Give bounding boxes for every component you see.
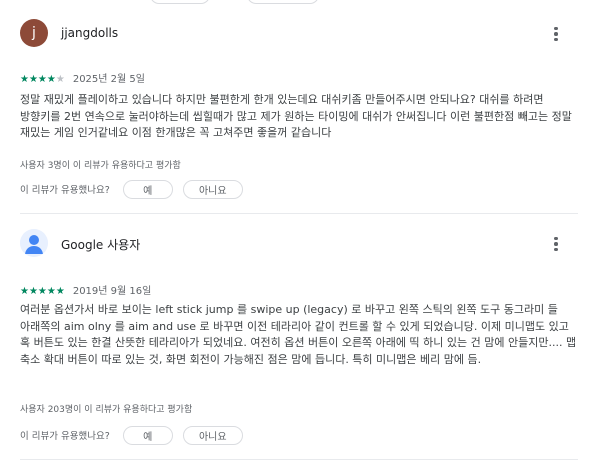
review-card: Google 사용자 ★★★★★ 2019년 9월 16일 여러분 옵션가서 바로… [20,228,578,445]
avatar: j [20,19,48,47]
previous-review-feedback-buttons [0,0,600,4]
no-button[interactable]: 아니요 [182,179,243,199]
review-meta: ★★★★★ 2019년 9월 16일 [20,282,151,297]
divider [20,213,578,214]
helpful-question: 이 리뷰가 유용했나요? [20,185,110,196]
review-text: 정말 재밌게 플레이하고 있습니다 하지만 불편한게 한개 있는데요 대쉬키좀 … [20,93,572,139]
more-vert-icon[interactable] [548,24,564,44]
review-header: j jjangdolls [20,18,578,48]
star-rating: ★★★★ [20,74,56,85]
person-icon [20,229,48,257]
avatar [20,229,48,257]
avatar-letter: j [32,25,36,41]
yes-button[interactable]: 예 [122,179,173,199]
review-author: jjangdolls [61,26,119,40]
more-vert-icon[interactable] [548,234,564,254]
no-button[interactable]: 아니요 [182,425,243,445]
helpful-count: 사용자 203명이 이 리뷰가 유용하다고 평가함 [20,405,193,415]
review-date: 2025년 2월 5일 [72,74,145,85]
helpful-feedback: 이 리뷰가 유용했나요? 예 아니요 [20,425,253,445]
review-text: 여러분 옵션가서 바로 보이는 left stick jump 를 swipe … [20,303,577,366]
review-author: Google 사용자 [61,238,141,252]
helpful-question: 이 리뷰가 유용했나요? [20,431,110,442]
star-rating: ★★★★★ [20,286,65,297]
helpful-count: 사용자 3명이 이 리뷰가 유용하다고 평가함 [20,161,181,171]
helpful-feedback: 이 리뷰가 유용했나요? 예 아니요 [20,179,253,199]
review-header: Google 사용자 [20,228,578,258]
star-empty-icon: ★ [55,74,65,85]
review-date: 2019년 9월 16일 [72,286,152,297]
review-card: j jjangdolls ★★★★★ 2025년 2월 5일 정말 재밌게 플레이… [20,18,578,199]
yes-button[interactable]: 예 [122,425,173,445]
review-meta: ★★★★★ 2025년 2월 5일 [20,70,145,85]
previous-yes-button[interactable] [150,0,210,4]
divider [20,459,578,460]
previous-no-button[interactable] [247,0,319,4]
